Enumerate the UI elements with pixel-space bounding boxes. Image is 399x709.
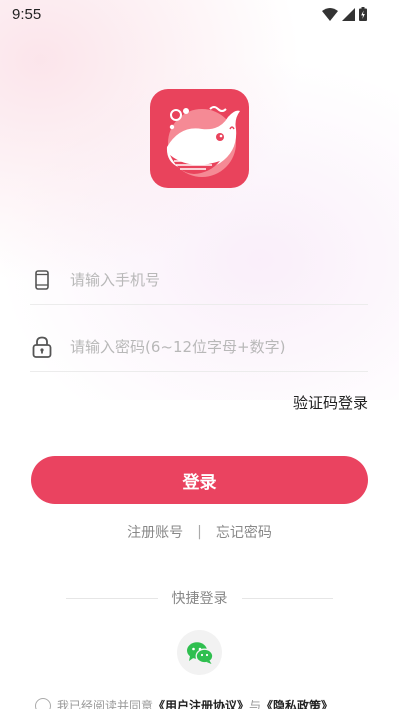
user-agreement-link[interactable]: 《用户注册协议》 bbox=[153, 697, 249, 709]
battery-icon bbox=[359, 7, 367, 21]
status-time: 9:55 bbox=[12, 5, 42, 23]
wechat-login-button[interactable] bbox=[177, 630, 222, 675]
phone-input[interactable] bbox=[70, 270, 350, 289]
app-logo bbox=[150, 89, 249, 188]
agreement-conjunction: 与 bbox=[249, 699, 262, 709]
whale-logo-icon bbox=[166, 106, 240, 177]
wifi-icon bbox=[322, 7, 338, 21]
signal-icon bbox=[342, 7, 355, 21]
account-links: 注册账号 | 忘记密码 bbox=[0, 522, 399, 542]
quick-login-divider: 快捷登录 bbox=[66, 588, 333, 608]
agreement-prefix: 我已经阅读并同意 bbox=[57, 699, 154, 709]
quick-login-title: 快捷登录 bbox=[171, 591, 228, 607]
register-link[interactable]: 注册账号 bbox=[127, 522, 183, 542]
phone-icon bbox=[31, 269, 53, 291]
agreement-checkbox[interactable] bbox=[35, 697, 51, 709]
code-login-link[interactable]: 验证码登录 bbox=[293, 392, 368, 413]
privacy-policy-link[interactable]: 《隐私政策》 bbox=[261, 697, 333, 709]
links-separator: | bbox=[197, 524, 202, 540]
phone-field bbox=[30, 255, 368, 305]
divider-line-right bbox=[241, 597, 333, 599]
login-button[interactable]: 登录 bbox=[31, 456, 368, 504]
divider-line-left bbox=[66, 597, 158, 599]
password-field bbox=[30, 322, 368, 372]
lock-icon bbox=[31, 336, 53, 358]
agreement-row: 我已经阅读并同意 《用户注册协议》 与 《隐私政策》 bbox=[35, 697, 375, 709]
forgot-password-link[interactable]: 忘记密码 bbox=[216, 522, 272, 542]
password-input[interactable] bbox=[70, 337, 350, 356]
status-bar: 9:55 bbox=[0, 0, 399, 28]
status-icons bbox=[322, 7, 367, 21]
wechat-icon bbox=[186, 641, 213, 664]
